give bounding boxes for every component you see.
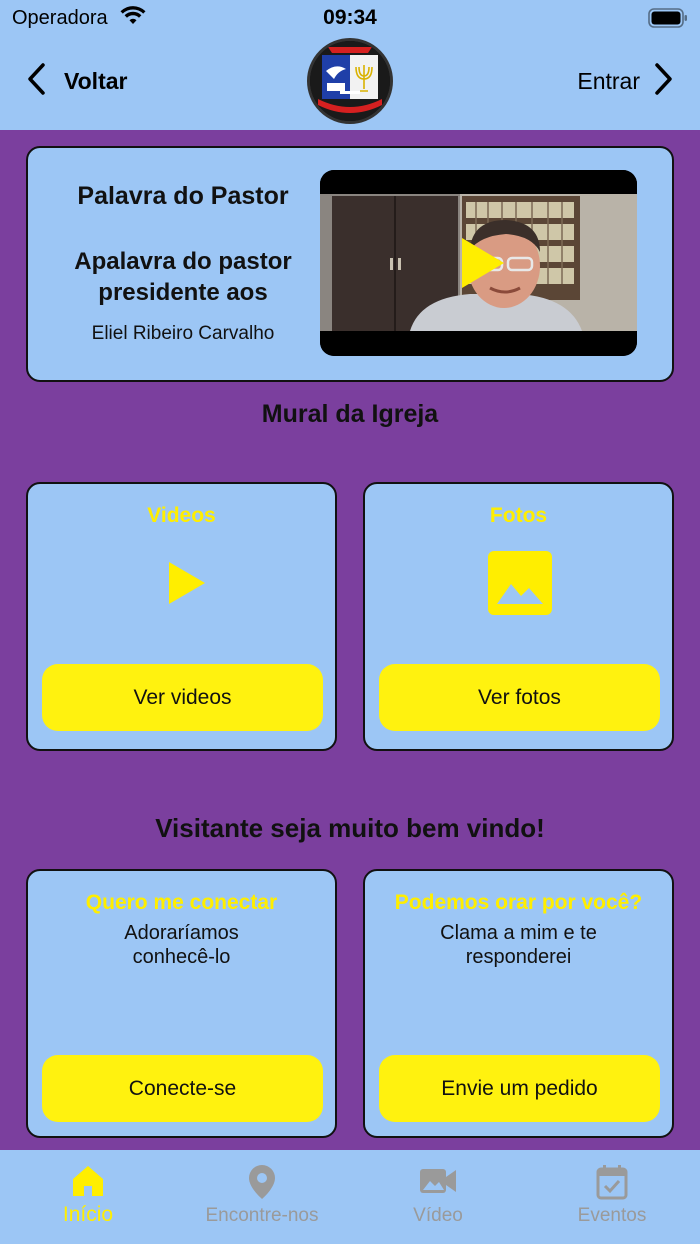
tab-home-label: Início — [62, 1203, 114, 1226]
connect-text: Adoraríamos conhecê-lo — [124, 922, 239, 968]
prayer-title: Podemos orar por você? — [394, 891, 643, 914]
pastor-video-thumbnail[interactable] — [320, 170, 637, 356]
pastor-card-subtitle: Apalavra do pastor presidente aos — [74, 248, 292, 306]
tab-video-label: Vídeo — [413, 1205, 463, 1226]
tab-find-us-label: Encontre-nos — [205, 1205, 319, 1226]
church-logo — [307, 38, 393, 124]
main-content: Palavra do Pastor Apalavra do pastor pre… — [0, 130, 700, 1150]
tab-find-us[interactable]: Encontre-nos — [192, 1150, 332, 1244]
chevron-right-icon — [654, 62, 674, 101]
video-camera-icon — [419, 1164, 457, 1200]
tab-video[interactable]: Vídeo — [388, 1150, 488, 1244]
navigation-bar: Voltar Entrar — [0, 36, 700, 130]
photos-title: Fotos — [489, 504, 548, 527]
login-label: Entrar — [577, 68, 640, 94]
pastor-name: Eliel Ribeiro Carvalho — [91, 323, 275, 344]
videos-card: Videos Ver videos — [26, 482, 337, 751]
clock: 09:34 — [323, 6, 377, 29]
chevron-left-icon — [26, 62, 46, 101]
mural-title: Mural da Igreja — [261, 400, 439, 428]
pastor-word-card[interactable]: Palavra do Pastor Apalavra do pastor pre… — [26, 146, 674, 382]
connect-card: Quero me conectar Adoraríamos conhecê-lo… — [26, 869, 337, 1138]
tab-bar: Início Encontre-nos Vídeo Eventos — [0, 1150, 700, 1244]
prayer-text: Clama a mim e te responderei — [440, 922, 597, 968]
tab-home[interactable]: Início — [38, 1150, 138, 1244]
tab-events[interactable]: Eventos — [562, 1150, 662, 1244]
calendar-check-icon — [596, 1164, 628, 1200]
prayer-card: Podemos orar por você? Clama a mim e te … — [363, 869, 674, 1138]
send-request-button[interactable]: Envie um pedido — [379, 1055, 660, 1122]
videos-title: Videos — [147, 504, 216, 527]
back-button[interactable]: Voltar — [26, 62, 127, 101]
home-icon — [71, 1164, 105, 1200]
view-photos-button[interactable]: Ver fotos — [379, 664, 660, 731]
photos-card: Fotos Ver fotos — [363, 482, 674, 751]
view-videos-button[interactable]: Ver videos — [42, 664, 323, 731]
connect-title: Quero me conectar — [85, 891, 278, 914]
login-button[interactable]: Entrar — [577, 62, 674, 101]
battery-icon — [648, 8, 688, 33]
tab-events-label: Eventos — [577, 1205, 647, 1226]
back-label: Voltar — [64, 68, 128, 94]
welcome-title: Visitante seja muito bem vindo! — [155, 813, 545, 843]
pastor-card-title: Palavra do Pastor — [77, 182, 289, 210]
location-pin-icon — [248, 1164, 276, 1200]
status-bar: Operadora 09:34 — [0, 0, 700, 36]
play-icon — [167, 560, 207, 611]
image-icon — [487, 550, 553, 621]
connect-button[interactable]: Conecte-se — [42, 1055, 323, 1122]
